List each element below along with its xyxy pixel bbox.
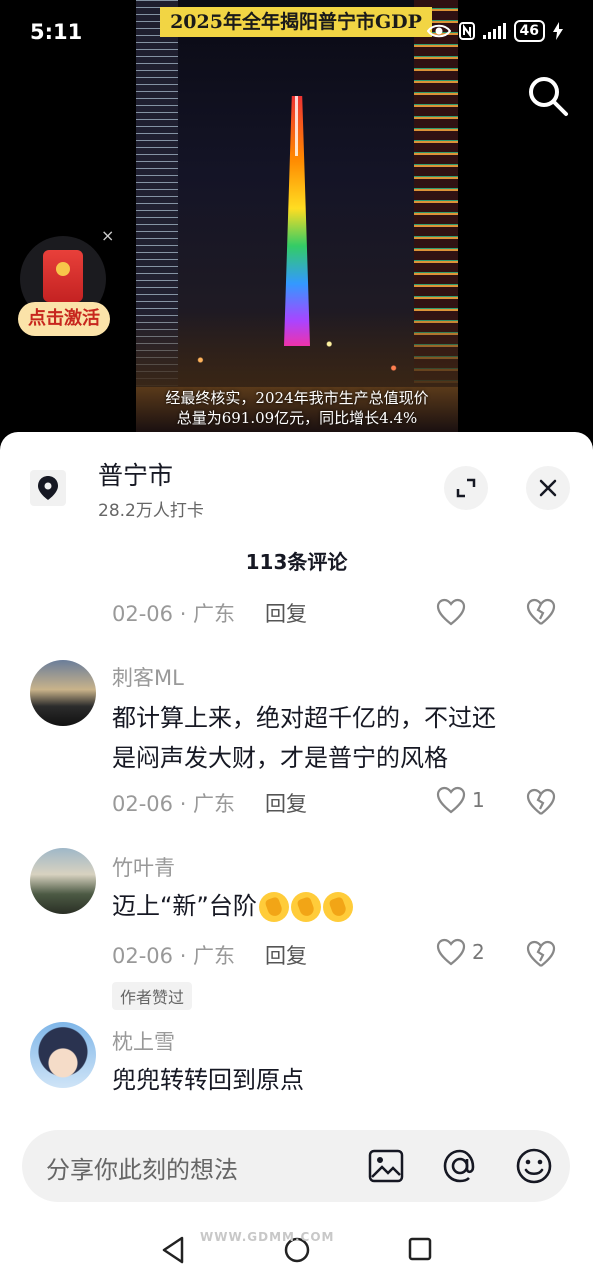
- expand-button[interactable]: [444, 466, 488, 510]
- comment-meta: 02-06 · 广东 回复: [112, 788, 307, 818]
- comment-date: 02-06 · 广东: [112, 602, 236, 626]
- dislike-button[interactable]: [526, 940, 556, 972]
- status-icons: 46: [426, 20, 563, 42]
- broken-heart-icon: [526, 598, 556, 625]
- like-count: 1: [472, 788, 485, 812]
- dislike-button[interactable]: [526, 788, 556, 820]
- battery-icon: 46: [513, 20, 545, 42]
- like-count: 2: [472, 940, 485, 964]
- comment-text: 都计算上来，绝对超千亿的，不过还 是闷声发大财，才是普宁的风格: [112, 698, 572, 778]
- red-envelope-icon: [43, 250, 83, 302]
- recents-icon[interactable]: [408, 1237, 432, 1261]
- like-button[interactable]: 1: [436, 786, 485, 814]
- video-caption: 经最终核实，2024年我市生产总值现价 总量为691.09亿元，同比增长4.4%: [136, 388, 458, 428]
- watermark: WWW.GDMM.COM: [200, 1230, 335, 1244]
- nfc-icon: [458, 22, 475, 40]
- expand-icon: [456, 478, 476, 498]
- clap-emoji-icon: [258, 892, 289, 922]
- author-liked-badge: 作者赞过: [112, 982, 193, 1010]
- username[interactable]: 竹叶青: [112, 852, 175, 882]
- broken-heart-icon: [526, 788, 556, 815]
- comment-input-placeholder[interactable]: 分享你此刻的想法: [46, 1150, 238, 1185]
- charging-icon: [553, 22, 563, 40]
- dislike-button[interactable]: [526, 598, 556, 630]
- video-caption-line2: 总量为691.09亿元，同比增长4.4%: [176, 409, 418, 427]
- image-button[interactable]: [366, 1146, 406, 1186]
- video-title: 2025年全年揭阳普宁市GDP: [160, 7, 432, 37]
- comment-date: 02-06 · 广东: [112, 792, 236, 816]
- search-button[interactable]: [526, 74, 570, 118]
- comment-text-line2: 是闷声发大财，才是普宁的风格: [112, 744, 448, 772]
- reply-button[interactable]: 回复: [265, 944, 307, 968]
- location-pin-icon: [30, 470, 66, 506]
- image-icon: [368, 1149, 404, 1183]
- heart-icon: [436, 938, 466, 966]
- close-icon: [539, 479, 557, 497]
- comment-text-content: 迈上“新”台阶: [112, 892, 257, 920]
- video-frame[interactable]: [136, 0, 458, 432]
- red-packet-label[interactable]: 点击激活: [18, 302, 110, 336]
- close-sheet-button[interactable]: [526, 466, 570, 510]
- tower-antenna: [295, 96, 298, 156]
- like-button[interactable]: 2: [436, 938, 485, 966]
- comment-date: 02-06 · 广东: [112, 944, 236, 968]
- emoji-icon: [516, 1148, 552, 1184]
- heart-icon: [436, 786, 466, 814]
- video-caption-line1: 经最终核实，2024年我市生产总值现价: [165, 389, 429, 407]
- like-button[interactable]: [436, 598, 472, 626]
- comment-text: 迈上“新”台阶: [112, 886, 572, 926]
- comment-sheet: 普宁市 28.2万人打卡 113条评论 02-06 · 广东 回复 刺客ML 都计…: [0, 432, 593, 1280]
- avatar[interactable]: [30, 848, 96, 914]
- eye-icon: [426, 24, 451, 38]
- system-nav-bar: WWW.GDMM.COM: [0, 1218, 593, 1280]
- signal-icon: [482, 23, 506, 39]
- heart-icon: [436, 598, 466, 626]
- search-icon: [529, 77, 568, 116]
- coin-icon: [56, 262, 70, 276]
- comment-meta: 02-06 · 广东 回复: [112, 940, 307, 970]
- red-packet-close-icon[interactable]: ×: [101, 226, 114, 245]
- comment-meta: 02-06 · 广东 回复: [112, 598, 307, 628]
- comment-text-line1: 都计算上来，绝对超千亿的，不过还: [112, 704, 496, 732]
- reply-button[interactable]: 回复: [265, 792, 307, 816]
- status-time: 5:11: [30, 20, 83, 44]
- clap-emoji-icon: [322, 892, 353, 922]
- comment-count: 113条评论: [245, 550, 348, 574]
- avatar[interactable]: [30, 660, 96, 726]
- location-checkins: 28.2万人打卡: [98, 501, 204, 521]
- comment-input-bar[interactable]: 分享你此刻的想法: [22, 1130, 570, 1202]
- video-area[interactable]: 2025年全年揭阳普宁市GDP 经最终核实，2024年我市生产总值现价 总量为6…: [0, 0, 593, 440]
- at-icon: [443, 1149, 475, 1183]
- red-packet-widget[interactable]: 点击激活: [18, 236, 110, 340]
- back-icon[interactable]: [160, 1236, 186, 1264]
- username[interactable]: 刺客ML: [112, 662, 184, 692]
- reply-button[interactable]: 回复: [265, 602, 307, 626]
- broken-heart-icon: [526, 940, 556, 967]
- emoji-button[interactable]: [514, 1146, 554, 1186]
- mention-button[interactable]: [440, 1146, 480, 1186]
- comment-text: 兜兜转转回到原点: [112, 1066, 304, 1094]
- avatar[interactable]: [30, 1022, 96, 1088]
- location-name[interactable]: 普宁市: [98, 456, 173, 492]
- username[interactable]: 枕上雪: [112, 1026, 175, 1056]
- clap-emoji-icon: [290, 892, 321, 922]
